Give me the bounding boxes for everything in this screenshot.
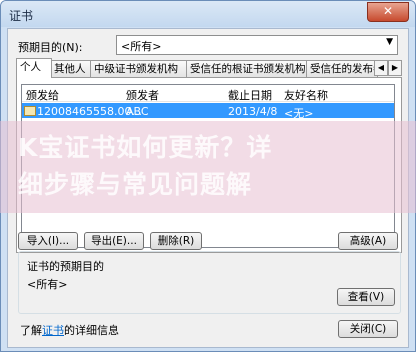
close-button[interactable]: 关闭(C) <box>338 320 398 338</box>
intended-purposes-value: <所有> <box>27 278 68 291</box>
dialog-body: 预期目的(N): <所有> ▼ 个人 其他人 中级证书颁发机构 受信任的根证书颁… <box>7 28 409 348</box>
table-row[interactable]: 12008465558.00... ABC 2013/4/8 <无> <box>22 103 394 120</box>
cell-issuer: ABC <box>126 105 149 118</box>
intended-purposes-group: 证书的预期目的 <所有> 查看(V) <box>18 251 401 314</box>
window-title: 证书 <box>9 9 34 23</box>
tab-trusted-publishers[interactable]: 受信任的发布者 <box>306 60 378 77</box>
purpose-label: 预期目的(N): <box>18 41 83 54</box>
tab-label: 受信任的发布者 <box>310 63 378 75</box>
column-header-expiration[interactable]: 截止日期 <box>228 87 272 103</box>
intended-purposes-label: 证书的预期目的 <box>27 260 104 273</box>
close-icon: ✕ <box>382 4 394 18</box>
cell-expiration: 2013/4/8 <box>228 105 278 118</box>
purpose-selected-value: <所有> <box>121 40 162 53</box>
learn-more-prefix: 了解 <box>20 324 42 337</box>
tab-strip: 个人 其他人 中级证书颁发机构 受信任的根证书颁发机构 受信任的发布者 ◀ ▶ <box>16 58 402 78</box>
column-header-issued-to[interactable]: 颁发给 <box>26 87 59 103</box>
chevron-left-icon: ◀ <box>377 63 385 72</box>
export-button[interactable]: 导出(E)... <box>84 232 144 250</box>
tab-scroll-left-button[interactable]: ◀ <box>374 60 388 76</box>
tab-label: 中级证书颁发机构 <box>94 63 178 75</box>
cell-friendly-name: <无> <box>284 107 314 120</box>
tab-panel: 颁发给 颁发者 截止日期 友好名称 12008465558.00... ABC … <box>16 77 402 253</box>
close-window-button[interactable]: ✕ <box>367 2 409 22</box>
purpose-dropdown[interactable]: <所有> ▼ <box>116 35 398 55</box>
certificate-list[interactable]: 颁发给 颁发者 截止日期 友好名称 12008465558.00... ABC … <box>21 84 395 248</box>
certificate-icon <box>24 106 36 116</box>
learn-more-suffix: 的详细信息 <box>64 324 119 337</box>
tab-label: 受信任的根证书颁发机构 <box>190 63 306 75</box>
title-bar: 证书 ✕ <box>1 1 415 27</box>
column-header-issuer[interactable]: 颁发者 <box>126 87 159 103</box>
import-button[interactable]: 导入(I)... <box>18 232 78 250</box>
tab-scroll-right-button[interactable]: ▶ <box>388 60 402 76</box>
tab-intermediate-ca[interactable]: 中级证书颁发机构 <box>90 60 188 77</box>
tab-label: 个人 <box>20 61 41 73</box>
certificates-dialog: 证书 ✕ 预期目的(N): <所有> ▼ 个人 其他人 中级证书颁发机构 受信任… <box>0 0 416 352</box>
tab-other-people[interactable]: 其他人 <box>50 60 92 77</box>
tab-label: 其他人 <box>54 63 86 75</box>
tab-trusted-root-ca[interactable]: 受信任的根证书颁发机构 <box>186 60 308 77</box>
list-header: 颁发给 颁发者 截止日期 友好名称 <box>22 85 394 102</box>
remove-button[interactable]: 删除(R) <box>150 232 202 250</box>
view-button[interactable]: 查看(V) <box>337 288 395 306</box>
certificates-help-link[interactable]: 证书 <box>42 324 64 337</box>
chevron-down-icon: ▼ <box>386 37 393 47</box>
advanced-button[interactable]: 高级(A) <box>338 232 398 250</box>
learn-more-text: 了解证书的详细信息 <box>20 322 119 338</box>
column-header-friendly-name[interactable]: 友好名称 <box>284 87 328 103</box>
tab-personal[interactable]: 个人 <box>16 58 52 78</box>
chevron-right-icon: ▶ <box>391 63 399 72</box>
